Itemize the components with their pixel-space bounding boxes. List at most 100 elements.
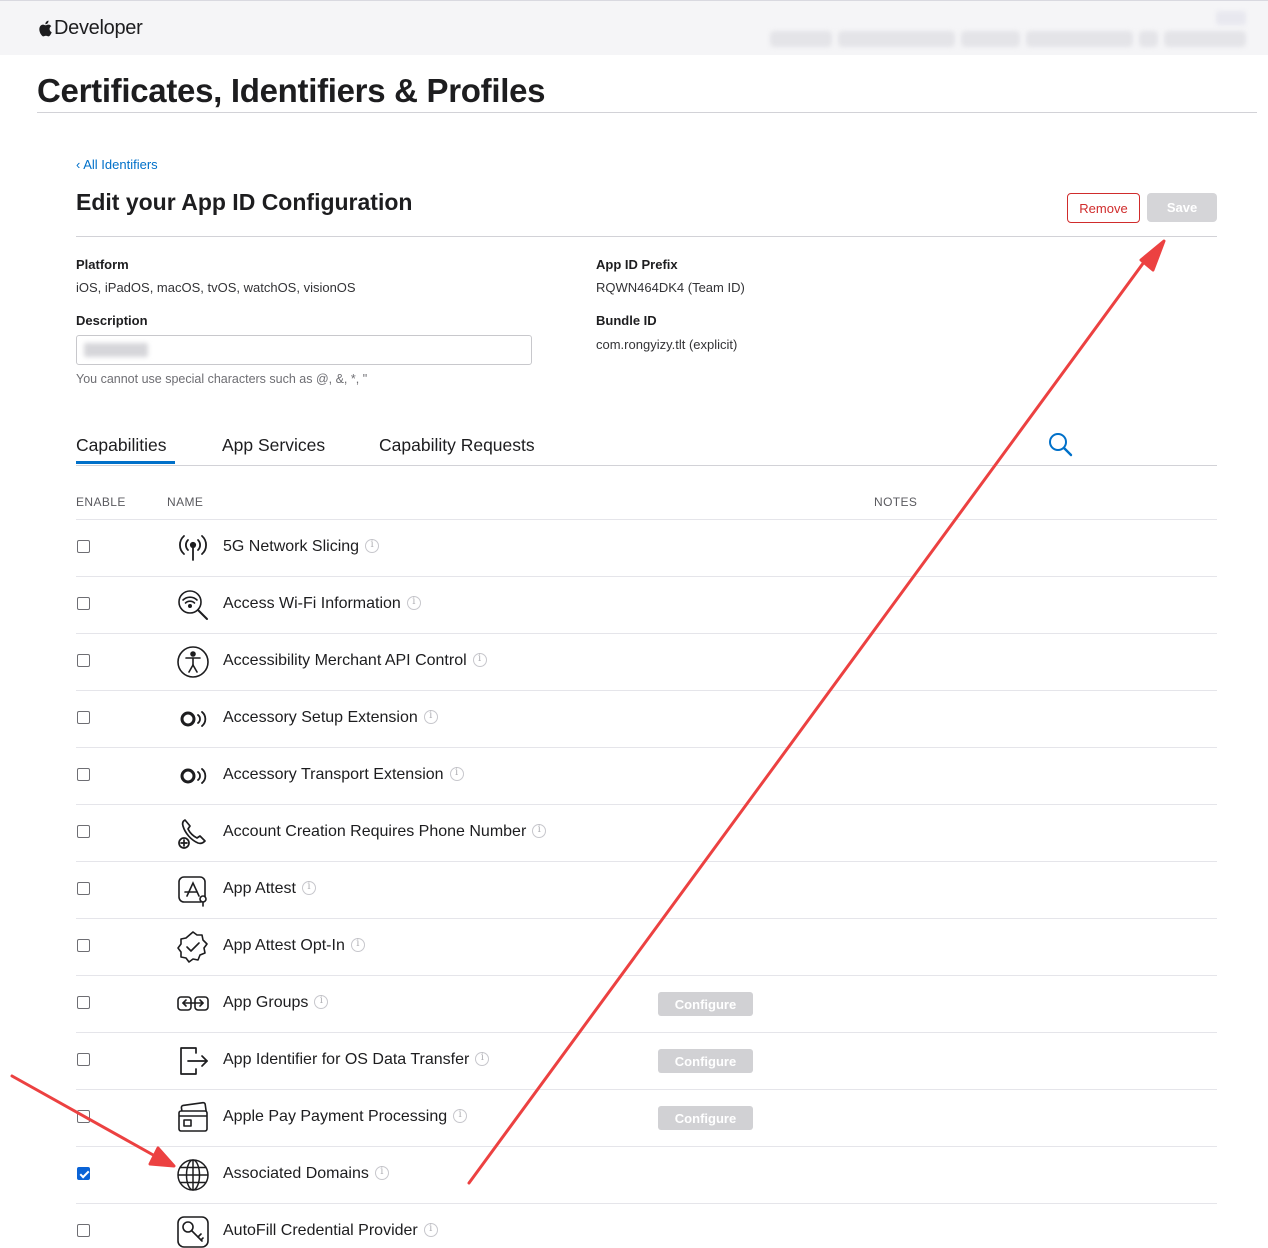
capability-name: App Attest bbox=[223, 880, 296, 897]
capability-name: Accessory Setup Extension bbox=[223, 709, 418, 726]
info-icon[interactable] bbox=[449, 767, 464, 781]
divider bbox=[76, 465, 1217, 466]
active-tab-indicator bbox=[76, 461, 175, 464]
info-icon[interactable] bbox=[350, 938, 365, 952]
column-enable: ENABLE bbox=[76, 495, 126, 509]
remove-button[interactable]: Remove bbox=[1067, 193, 1140, 223]
accessory-icon bbox=[180, 768, 207, 784]
enable-checkbox[interactable] bbox=[77, 654, 90, 667]
bundle-id-label: Bundle ID bbox=[596, 313, 657, 328]
description-label: Description bbox=[76, 313, 148, 328]
bundle-id-value: com.rongyizy.tlt (explicit) bbox=[596, 337, 738, 352]
capability-name: Accessibility Merchant API Control bbox=[223, 652, 467, 669]
tab-capability-requests[interactable]: Capability Requests bbox=[379, 435, 535, 456]
app-id-prefix-value: RQWN464DK4 (Team ID) bbox=[596, 280, 745, 295]
info-icon[interactable] bbox=[423, 1223, 438, 1237]
phone-plus-icon bbox=[178, 819, 206, 849]
capability-name: Associated Domains bbox=[223, 1165, 369, 1182]
capability-name: Apple Pay Payment Processing bbox=[223, 1108, 448, 1125]
tab-app-services[interactable]: App Services bbox=[222, 435, 325, 456]
key-icon bbox=[177, 1216, 209, 1248]
capability-row: App Identifier for OS Data Transfer Conf… bbox=[76, 1033, 1217, 1090]
enable-checkbox[interactable] bbox=[77, 939, 90, 952]
capability-name: App Identifier for OS Data Transfer bbox=[223, 1051, 470, 1068]
enable-checkbox[interactable] bbox=[77, 1053, 90, 1066]
developer-brand[interactable]: Developer bbox=[38, 17, 143, 40]
enable-checkbox[interactable] bbox=[77, 996, 90, 1009]
capabilities-list: 5G Network Slicing Access Wi-Fi Informat… bbox=[76, 520, 1217, 1248]
accessory-icon bbox=[180, 711, 207, 727]
column-name: NAME bbox=[167, 495, 204, 509]
capability-row: Access Wi-Fi Information bbox=[76, 577, 1217, 634]
app-id-prefix-label: App ID Prefix bbox=[596, 257, 678, 272]
brand-label: Developer bbox=[54, 17, 143, 39]
platform-label: Platform bbox=[76, 257, 129, 272]
capability-row: Accessibility Merchant API Control bbox=[76, 634, 1217, 691]
info-icon[interactable] bbox=[475, 1052, 490, 1066]
capability-row: 5G Network Slicing bbox=[76, 520, 1217, 577]
configure-button[interactable]: Configure bbox=[658, 992, 753, 1016]
capability-name: Access Wi-Fi Information bbox=[223, 595, 401, 612]
column-notes: NOTES bbox=[874, 495, 918, 509]
capability-row: App Attest Opt-In bbox=[76, 919, 1217, 976]
capability-name: App Groups bbox=[223, 994, 309, 1011]
capability-row: App Attest bbox=[76, 862, 1217, 919]
enable-checkbox[interactable] bbox=[77, 597, 90, 610]
globe-icon bbox=[177, 1159, 209, 1191]
all-identifiers-link[interactable]: ‹ All Identifiers bbox=[76, 157, 158, 172]
info-icon[interactable] bbox=[314, 995, 329, 1009]
capability-name: AutoFill Credential Provider bbox=[223, 1222, 418, 1239]
capability-row: Accessory Transport Extension bbox=[76, 748, 1217, 805]
capability-row: Accessory Setup Extension bbox=[76, 691, 1217, 748]
tab-capabilities[interactable]: Capabilities bbox=[76, 435, 166, 456]
badge-check-icon bbox=[177, 931, 208, 963]
capability-row: Apple Pay Payment Processing Configure bbox=[76, 1090, 1217, 1147]
app-groups-icon bbox=[177, 996, 209, 1011]
app-attest-icon bbox=[178, 876, 207, 907]
redacted-description bbox=[84, 343, 148, 357]
page-title: Certificates, Identifiers & Profiles bbox=[37, 72, 546, 109]
apple-logo-icon bbox=[39, 20, 52, 37]
info-icon[interactable] bbox=[472, 653, 487, 667]
top-bar: Developer bbox=[0, 0, 1268, 55]
platform-value: iOS, iPadOS, macOS, tvOS, watchOS, visio… bbox=[76, 280, 356, 295]
capability-row: Associated Domains bbox=[76, 1147, 1217, 1204]
antenna-icon bbox=[179, 535, 207, 561]
capability-name: App Attest Opt-In bbox=[223, 937, 345, 954]
info-icon[interactable] bbox=[374, 1166, 389, 1180]
enable-checkbox[interactable] bbox=[77, 1167, 90, 1180]
capability-row: App Groups Configure bbox=[76, 976, 1217, 1033]
info-icon[interactable] bbox=[532, 824, 547, 838]
enable-checkbox[interactable] bbox=[77, 882, 90, 895]
section-title: Edit your App ID Configuration bbox=[76, 189, 413, 215]
export-icon bbox=[180, 1047, 208, 1075]
capability-name: Accessory Transport Extension bbox=[223, 766, 444, 783]
wifi-search-icon bbox=[178, 590, 208, 620]
divider bbox=[37, 112, 1257, 113]
redacted-info bbox=[1216, 11, 1246, 25]
description-hint: You cannot use special characters such a… bbox=[76, 372, 368, 386]
enable-checkbox[interactable] bbox=[77, 711, 90, 724]
capability-name: Account Creation Requires Phone Number bbox=[223, 823, 527, 840]
capability-row: AutoFill Credential Provider bbox=[76, 1204, 1217, 1248]
save-button[interactable]: Save bbox=[1147, 193, 1217, 222]
enable-checkbox[interactable] bbox=[77, 825, 90, 838]
accessibility-icon bbox=[177, 646, 209, 678]
info-icon[interactable] bbox=[453, 1109, 468, 1123]
info-icon[interactable] bbox=[365, 539, 380, 553]
divider bbox=[76, 236, 1217, 237]
search-icon[interactable] bbox=[1046, 430, 1074, 458]
capability-name: 5G Network Slicing bbox=[223, 538, 360, 555]
redacted-account-info bbox=[770, 31, 1246, 49]
info-icon[interactable] bbox=[423, 710, 438, 724]
wallet-card-icon bbox=[178, 1101, 208, 1132]
configure-button[interactable]: Configure bbox=[658, 1106, 753, 1130]
info-icon[interactable] bbox=[406, 596, 421, 610]
enable-checkbox[interactable] bbox=[77, 768, 90, 781]
enable-checkbox[interactable] bbox=[77, 1224, 90, 1237]
enable-checkbox[interactable] bbox=[77, 540, 90, 553]
capability-row: Account Creation Requires Phone Number bbox=[76, 805, 1217, 862]
info-icon[interactable] bbox=[301, 881, 316, 895]
configure-button[interactable]: Configure bbox=[658, 1049, 753, 1073]
enable-checkbox[interactable] bbox=[77, 1110, 90, 1123]
